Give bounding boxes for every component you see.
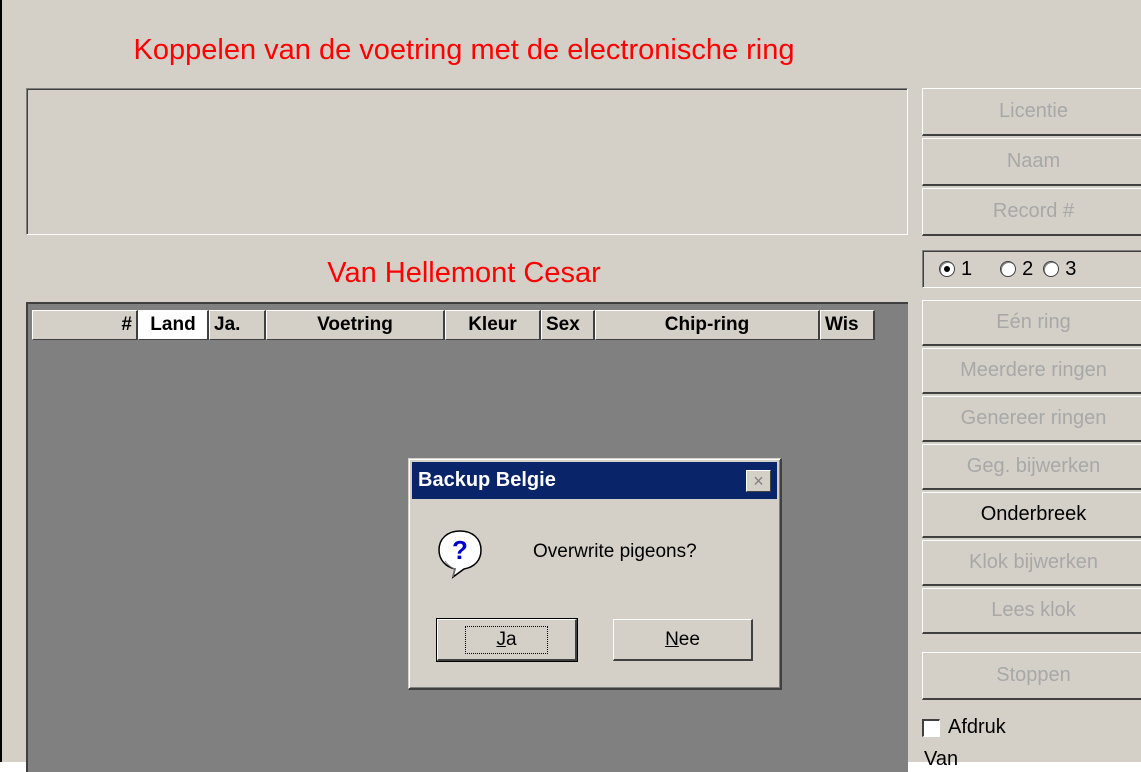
column-header-chip-ring[interactable]: Chip-ring: [595, 310, 820, 340]
radio-dot-icon: [1000, 261, 1017, 277]
genereer-ringen-button[interactable]: Genereer ringen: [922, 396, 1141, 442]
page-title: Koppelen van de voetring met de electron…: [133, 34, 795, 66]
radio-group: 1 2 3: [922, 250, 1141, 288]
afdruk-label: Afdruk: [948, 716, 1006, 738]
svg-text:?: ?: [452, 535, 468, 565]
column-header-wis[interactable]: Wis: [820, 310, 875, 340]
nee-button[interactable]: Nee: [613, 619, 753, 661]
meerdere-ringen-button[interactable]: Meerdere ringen: [922, 348, 1141, 394]
radio-dot-icon: [939, 261, 955, 277]
column-header-land[interactable]: Land: [138, 310, 209, 340]
nee-mnemonic: N: [665, 628, 679, 650]
main-window: Koppelen van de voetring met de electron…: [0, 0, 1141, 772]
afdruk-checkbox[interactable]: Afdruk: [922, 716, 1006, 739]
stoppen-button[interactable]: Stoppen: [922, 652, 1141, 700]
dialog-title: Backup Belgie: [418, 469, 556, 491]
naam-button[interactable]: Naam: [922, 138, 1141, 186]
een-ring-button[interactable]: Eén ring: [922, 300, 1141, 346]
column-header-kleur[interactable]: Kleur: [445, 310, 541, 340]
radio-option-1[interactable]: 1: [939, 258, 972, 281]
radio-option-2[interactable]: 2: [1000, 258, 1033, 281]
grid-header: # Land Ja. Voetring Kleur Sex Chip-ring …: [32, 310, 875, 340]
record-number-button[interactable]: Record #: [922, 188, 1141, 236]
column-header-year[interactable]: Ja.: [209, 310, 266, 340]
column-header-voetring[interactable]: Voetring: [266, 310, 445, 340]
confirm-dialog: Backup Belgie × ? Overwrite pigeons? Ja …: [408, 458, 782, 690]
close-icon[interactable]: ×: [746, 470, 771, 492]
geg-bijwerken-button[interactable]: Geg. bijwerken: [922, 444, 1141, 490]
checkbox-box[interactable]: [922, 718, 940, 737]
lees-klok-button[interactable]: Lees klok: [922, 588, 1141, 634]
column-header-number[interactable]: #: [32, 310, 138, 340]
info-panel: [26, 88, 908, 235]
radio-label-2: 2: [1022, 257, 1034, 280]
ja-label-rest: a: [505, 628, 517, 650]
onderbreek-button[interactable]: Onderbreek: [922, 492, 1141, 538]
nee-label-rest: ee: [678, 628, 700, 650]
ja-mnemonic: J: [496, 628, 506, 650]
column-header-sex[interactable]: Sex: [541, 310, 595, 340]
radio-dot-icon: [1043, 261, 1060, 277]
radio-label-1: 1: [961, 257, 973, 280]
klok-bijwerken-button[interactable]: Klok bijwerken: [922, 540, 1141, 586]
ja-button[interactable]: Ja: [436, 618, 578, 662]
dialog-message: Overwrite pigeons?: [533, 541, 697, 562]
ja-focus-rect: Ja: [465, 625, 548, 654]
owner-name: Van Hellemont Cesar: [327, 257, 601, 289]
licentie-button[interactable]: Licentie: [922, 88, 1141, 136]
radio-option-3[interactable]: 3: [1043, 258, 1076, 281]
van-label: Van: [924, 748, 959, 770]
radio-label-3: 3: [1065, 257, 1077, 280]
question-icon: ?: [438, 530, 482, 579]
dialog-titlebar[interactable]: Backup Belgie ×: [412, 462, 777, 499]
